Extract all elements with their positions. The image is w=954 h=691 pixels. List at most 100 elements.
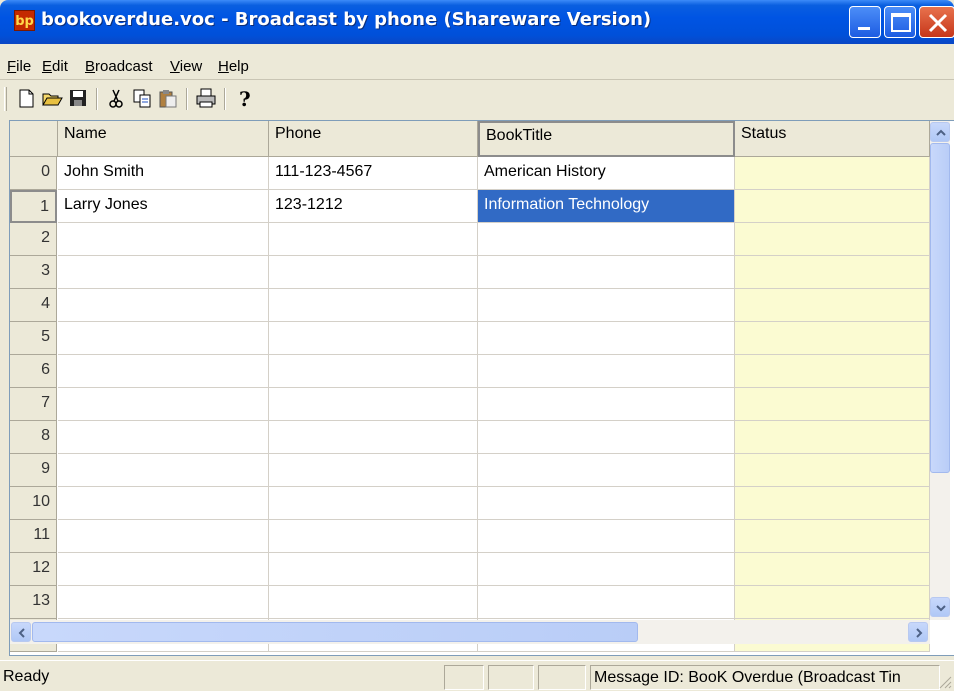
cut-button[interactable]: [104, 86, 128, 110]
table-row[interactable]: 7: [10, 388, 930, 421]
cell-name[interactable]: Larry Jones: [58, 190, 269, 223]
cell-booktitle[interactable]: [478, 487, 735, 520]
table-row[interactable]: 5: [10, 322, 930, 355]
save-button[interactable]: [66, 86, 90, 110]
cell-name[interactable]: [58, 487, 269, 520]
cell-name[interactable]: [58, 421, 269, 454]
cell-name[interactable]: [58, 223, 269, 256]
row-header[interactable]: 11: [10, 520, 57, 553]
cell-status[interactable]: [735, 289, 930, 322]
row-header[interactable]: 9: [10, 454, 57, 487]
cell-phone[interactable]: [269, 256, 478, 289]
cell-name[interactable]: [58, 322, 269, 355]
row-header[interactable]: 2: [10, 223, 57, 256]
cell-phone[interactable]: [269, 355, 478, 388]
table-row[interactable]: 11: [10, 520, 930, 553]
cell-name[interactable]: [58, 520, 269, 553]
table-row[interactable]: 3: [10, 256, 930, 289]
cell-status[interactable]: [735, 157, 930, 190]
cell-status[interactable]: [735, 256, 930, 289]
scroll-right-button[interactable]: [908, 622, 928, 642]
cell-status[interactable]: [735, 421, 930, 454]
column-header-booktitle[interactable]: BookTitle: [478, 121, 735, 157]
new-button[interactable]: [14, 86, 38, 110]
cell-phone[interactable]: 111-123-4567: [269, 157, 478, 190]
cell-name[interactable]: John Smith: [58, 157, 269, 190]
cell-phone[interactable]: [269, 487, 478, 520]
table-row[interactable]: 1 Larry Jones 123-1212 Information Technolo…: [10, 190, 930, 223]
cell-status[interactable]: [735, 487, 930, 520]
cell-status[interactable]: [735, 553, 930, 586]
cell-phone[interactable]: [269, 520, 478, 553]
cell-status[interactable]: [735, 586, 930, 619]
column-header-phone[interactable]: Phone: [269, 121, 478, 157]
print-button[interactable]: [194, 86, 218, 110]
cell-booktitle[interactable]: [478, 289, 735, 322]
title-bar[interactable]: bp bookoverdue.voc - Broadcast by phone …: [0, 0, 954, 44]
table-row[interactable]: 6: [10, 355, 930, 388]
menu-help[interactable]: Help: [218, 58, 249, 75]
cell-phone[interactable]: [269, 289, 478, 322]
cell-name[interactable]: [58, 289, 269, 322]
cell-name[interactable]: [58, 388, 269, 421]
vertical-scrollbar[interactable]: [930, 121, 950, 620]
cell-booktitle[interactable]: [478, 223, 735, 256]
scroll-down-button[interactable]: [930, 597, 950, 617]
cell-phone[interactable]: [269, 223, 478, 256]
toolbar-grip[interactable]: [4, 87, 7, 111]
column-header-name[interactable]: Name: [58, 121, 269, 157]
cell-phone[interactable]: [269, 421, 478, 454]
cell-booktitle[interactable]: American History: [478, 157, 735, 190]
cell-booktitle[interactable]: [478, 454, 735, 487]
table-row[interactable]: 8: [10, 421, 930, 454]
cell-booktitle[interactable]: [478, 421, 735, 454]
menu-view[interactable]: View: [170, 58, 202, 75]
cell-name[interactable]: [58, 553, 269, 586]
resize-grip-icon[interactable]: [938, 675, 952, 689]
horizontal-scrollbar[interactable]: [10, 620, 930, 644]
cell-booktitle[interactable]: [478, 355, 735, 388]
row-header[interactable]: 3: [10, 256, 57, 289]
cell-booktitle[interactable]: [478, 586, 735, 619]
minimize-button[interactable]: [849, 6, 881, 38]
table-row[interactable]: 0 John Smith 111-123-4567 American History: [10, 157, 930, 190]
cell-name[interactable]: [58, 256, 269, 289]
help-button[interactable]: ?: [232, 86, 256, 111]
table-row[interactable]: 10: [10, 487, 930, 520]
cell-booktitle[interactable]: Information Technology: [478, 190, 735, 223]
maximize-button[interactable]: [884, 6, 916, 38]
menu-edit[interactable]: Edit: [42, 58, 68, 75]
cell-status[interactable]: [735, 520, 930, 553]
row-header[interactable]: 4: [10, 289, 57, 322]
row-header[interactable]: 5: [10, 322, 57, 355]
vertical-scroll-thumb[interactable]: [930, 143, 950, 473]
table-row[interactable]: 4: [10, 289, 930, 322]
cell-booktitle[interactable]: [478, 256, 735, 289]
cell-booktitle[interactable]: [478, 520, 735, 553]
row-header[interactable]: 0: [10, 157, 57, 190]
cell-name[interactable]: [58, 586, 269, 619]
row-header[interactable]: 1: [10, 190, 57, 223]
cell-booktitle[interactable]: [478, 322, 735, 355]
row-header[interactable]: 10: [10, 487, 57, 520]
cell-status[interactable]: [735, 223, 930, 256]
table-row[interactable]: 13: [10, 586, 930, 619]
cell-booktitle[interactable]: [478, 388, 735, 421]
table-row[interactable]: 9: [10, 454, 930, 487]
row-header[interactable]: 6: [10, 355, 57, 388]
paste-button[interactable]: [156, 86, 180, 110]
menu-broadcast[interactable]: Broadcast: [85, 58, 153, 75]
table-row[interactable]: 2: [10, 223, 930, 256]
cell-status[interactable]: [735, 322, 930, 355]
cell-phone[interactable]: [269, 322, 478, 355]
row-header[interactable]: 13: [10, 586, 57, 619]
row-header[interactable]: 8: [10, 421, 57, 454]
data-grid[interactable]: Name Phone BookTitle Status 0 John Smith 1…: [9, 120, 954, 656]
scroll-up-button[interactable]: [930, 122, 950, 142]
cell-name[interactable]: [58, 355, 269, 388]
cell-phone[interactable]: [269, 586, 478, 619]
close-button[interactable]: [919, 6, 954, 38]
horizontal-scroll-thumb[interactable]: [32, 622, 638, 642]
open-button[interactable]: [40, 86, 64, 110]
corner-header[interactable]: [10, 121, 58, 157]
